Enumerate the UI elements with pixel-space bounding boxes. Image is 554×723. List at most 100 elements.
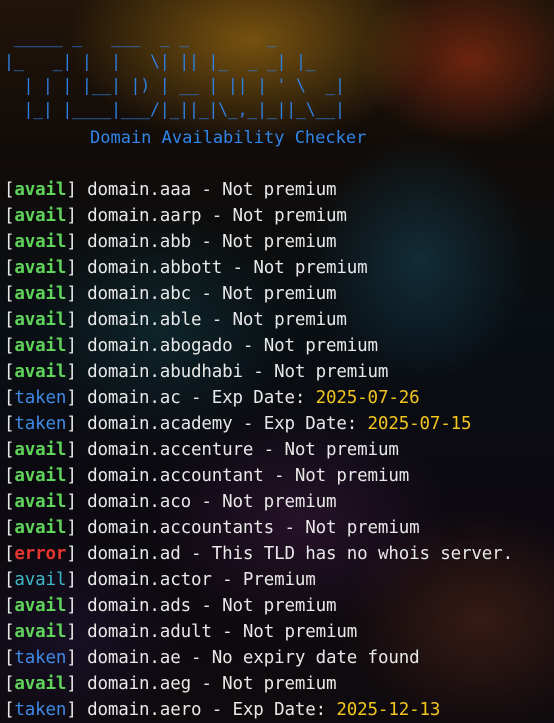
separator: - — [211, 622, 243, 642]
domain-name: domain.aeg — [87, 674, 191, 694]
domain-name: domain.ad — [87, 544, 181, 564]
app-subtitle: Domain Availability Checker — [90, 128, 367, 148]
bracket-close: ] — [66, 700, 88, 720]
domain-name: domain.adult — [87, 622, 212, 642]
output-line: [avail] domain.actor - Premium — [4, 567, 513, 593]
bracket-close: ] — [66, 544, 88, 564]
result-message: Not premium — [242, 622, 358, 642]
bracket-close: ] — [66, 362, 88, 382]
status-tag: avail — [14, 570, 67, 590]
result-message: Not premium — [232, 310, 347, 330]
output-line: [avail] domain.aco - Not premium — [4, 489, 513, 515]
bracket-open: [ — [4, 440, 15, 460]
separator: - — [232, 414, 264, 434]
status-tag: avail — [14, 232, 67, 252]
output-line: [taken] domain.ae - No expiry date found — [4, 645, 513, 671]
result-message: Not premium — [222, 674, 337, 694]
bracket-open: [ — [4, 648, 15, 668]
bracket-close: ] — [66, 336, 88, 356]
domain-name: domain.able — [87, 310, 202, 330]
bracket-close: ] — [66, 388, 88, 408]
status-tag: avail — [14, 622, 67, 642]
status-tag: avail — [14, 180, 67, 200]
bracket-close: ] — [66, 180, 88, 200]
result-message: Exp Date: — [263, 414, 368, 434]
result-message: Not premium — [294, 466, 410, 486]
expiry-date: 2025-07-26 — [315, 388, 420, 408]
separator: - — [190, 180, 223, 200]
separator: - — [180, 544, 212, 564]
separator: - — [263, 466, 295, 486]
expiry-date: 2025-12-13 — [336, 700, 441, 720]
status-tag: avail — [14, 310, 67, 330]
bracket-open: [ — [4, 284, 15, 304]
output-line: [avail] domain.aarp - Not premium — [4, 203, 513, 229]
bracket-close: ] — [66, 232, 88, 252]
bracket-close: ] — [66, 674, 88, 694]
result-message: Not premium — [263, 336, 378, 356]
bracket-close: ] — [66, 466, 88, 486]
domain-name: domain.aaa — [87, 180, 191, 200]
bracket-close: ] — [66, 596, 88, 616]
status-tag: avail — [14, 466, 67, 486]
bracket-open: [ — [4, 492, 15, 512]
domain-name: domain.abb — [87, 232, 191, 252]
bracket-close: ] — [66, 648, 88, 668]
domain-name: domain.aarp — [87, 206, 202, 226]
bracket-open: [ — [4, 336, 15, 356]
bracket-open: [ — [4, 674, 15, 694]
bracket-open: [ — [4, 310, 15, 330]
bracket-close: ] — [66, 284, 88, 304]
bracket-open: [ — [4, 596, 15, 616]
bracket-close: ] — [66, 310, 88, 330]
output-lines: [avail] domain.aaa - Not premium [avail] … — [4, 177, 513, 723]
output-line: [avail] domain.accountants - Not premium — [4, 515, 513, 541]
separator: - — [242, 362, 275, 382]
domain-name: domain.accenture — [87, 440, 254, 460]
separator: - — [190, 674, 223, 694]
bracket-close: ] — [66, 622, 88, 642]
status-tag: avail — [14, 258, 67, 278]
domain-name: domain.ads — [87, 596, 191, 616]
separator: - — [222, 258, 254, 278]
result-message: Exp Date: — [211, 388, 316, 408]
status-tag: avail — [14, 284, 67, 304]
result-message: Not premium — [232, 206, 347, 226]
result-message: Not premium — [222, 232, 337, 252]
terminal-window[interactable]: _____ _ ___ _ _ _ |_ _| | | \| || |_ _ _… — [0, 0, 554, 723]
domain-name: domain.accountants — [87, 518, 275, 538]
output-line: [error] domain.ad - This TLD has no whoi… — [4, 541, 513, 567]
status-tag: avail — [14, 674, 67, 694]
status-tag: taken — [14, 414, 67, 434]
bracket-open: [ — [4, 700, 15, 720]
result-message: Not premium — [253, 258, 368, 278]
output-line: [avail] domain.able - Not premium — [4, 307, 513, 333]
result-message: Premium — [242, 570, 316, 590]
result-message: Not premium — [274, 362, 389, 382]
bracket-open: [ — [4, 206, 15, 226]
domain-name: domain.academy — [87, 414, 233, 434]
separator: - — [274, 518, 306, 538]
output-line: [avail] domain.aaa - Not premium — [4, 177, 513, 203]
domain-name: domain.aero — [87, 700, 202, 720]
output-line: [taken] domain.academy - Exp Date: 2025-… — [4, 411, 513, 437]
separator: - — [180, 648, 212, 668]
bracket-close: ] — [66, 492, 88, 512]
expiry-date: 2025-07-15 — [367, 414, 472, 434]
output-line: [avail] domain.ads - Not premium — [4, 593, 513, 619]
status-tag: taken — [14, 388, 67, 408]
separator: - — [190, 284, 223, 304]
separator: - — [232, 336, 264, 356]
result-message: Not premium — [222, 596, 337, 616]
domain-name: domain.abc — [87, 284, 191, 304]
status-tag: taken — [14, 700, 67, 720]
status-tag: avail — [14, 492, 67, 512]
bracket-open: [ — [4, 622, 15, 642]
ascii-banner: _____ _ ___ _ _ _ |_ _| | | \| || |_ _ _… — [4, 28, 345, 119]
separator: - — [201, 700, 233, 720]
status-tag: avail — [14, 206, 67, 226]
result-message: Not premium — [222, 284, 337, 304]
bracket-close: ] — [66, 206, 88, 226]
output-line: [avail] domain.accountant - Not premium — [4, 463, 513, 489]
bracket-open: [ — [4, 258, 15, 278]
